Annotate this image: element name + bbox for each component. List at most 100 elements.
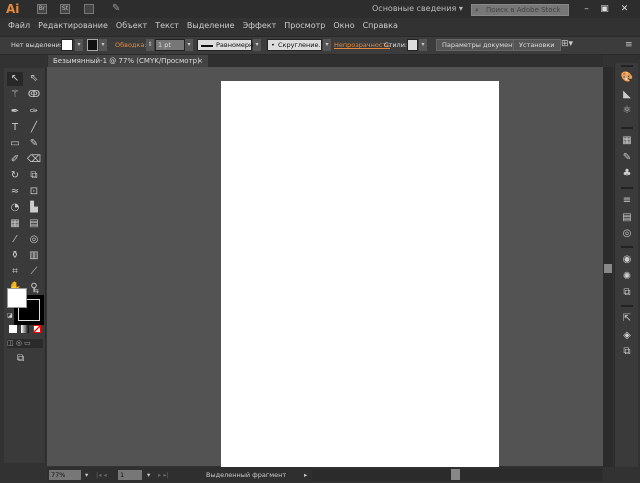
stock-icon[interactable]: St — [60, 4, 70, 14]
gpu-performance-icon[interactable]: ✎ — [112, 3, 120, 14]
workspace-switcher[interactable]: Основные сведения ▾ — [372, 4, 463, 13]
none-mode-icon[interactable] — [33, 325, 41, 333]
stroke-dropdown[interactable]: ▾ — [99, 39, 107, 51]
panel-grip[interactable] — [621, 305, 633, 307]
panel-grip[interactable] — [621, 127, 633, 129]
artboard-dropdown[interactable]: ▾ — [147, 470, 150, 480]
horizontal-scroll-thumb[interactable] — [451, 469, 460, 480]
style-dropdown[interactable]: ▾ — [419, 39, 427, 51]
fill-dropdown[interactable]: ▾ — [75, 39, 83, 51]
artboard-number-input[interactable]: 1 — [118, 470, 142, 480]
menu-select[interactable]: Выделение — [183, 18, 239, 35]
panel-grip[interactable] — [621, 65, 633, 67]
graphic-styles-icon[interactable]: ✺ — [620, 270, 634, 284]
document-tab[interactable]: Безымянный-1 @ 77% (CMYK/Просмотр) × — [48, 55, 208, 67]
brush-definition[interactable]: • Скругление... — [267, 39, 325, 51]
artboard-tool-icon[interactable]: ⌗ — [7, 265, 23, 279]
paintbrush-tool-icon[interactable]: ✎ — [26, 137, 42, 151]
magic-wand-tool-icon[interactable]: ⚚ — [7, 88, 23, 102]
opacity-link[interactable]: Непрозрачность — [334, 40, 390, 50]
default-colors-icon[interactable]: ◪ — [7, 312, 13, 319]
menu-window[interactable]: Окно — [329, 18, 358, 35]
color-guide-icon[interactable]: ◣ — [620, 88, 634, 102]
curvature-tool-icon[interactable]: ✑ — [26, 105, 42, 119]
vertical-scroll-thumb[interactable] — [604, 264, 612, 273]
profile-dropdown[interactable]: ▾ — [253, 39, 261, 51]
scale-tool-icon[interactable]: ⧉ — [26, 169, 42, 183]
gradient-panel-icon[interactable]: ▤ — [620, 211, 634, 225]
swatches-icon[interactable]: ▦ — [620, 134, 634, 148]
stroke-weight-dropdown[interactable]: ▾ — [185, 39, 193, 51]
column-graph-tool-icon[interactable]: ▥ — [26, 249, 42, 263]
brush-dropdown[interactable]: ▾ — [323, 39, 331, 51]
transform-icon[interactable]: ⧉ — [620, 286, 634, 300]
maximize-button[interactable]: ▣ — [596, 3, 613, 15]
stroke-panel-icon[interactable]: ≡ — [620, 194, 634, 208]
eyedropper-tool-icon[interactable]: ⁄ — [7, 233, 23, 247]
arrange-documents-icon[interactable] — [84, 4, 94, 14]
stroke-stepper[interactable]: ⇕ — [146, 39, 154, 51]
gradient-mode-icon[interactable] — [21, 325, 29, 333]
transparency-icon[interactable]: ◎ — [620, 227, 634, 241]
line-tool-icon[interactable]: ╱ — [26, 121, 42, 135]
color-mode-icon[interactable] — [9, 325, 17, 333]
first-prev-artboard-buttons[interactable]: |◂ ◂ — [96, 470, 107, 480]
close-tab-icon[interactable]: × — [197, 55, 203, 67]
selection-tool-icon[interactable]: ↖ — [7, 72, 23, 86]
menu-view[interactable]: Просмотр — [280, 18, 329, 35]
minimize-button[interactable]: – — [578, 3, 595, 15]
appearance-icon[interactable]: ◉ — [620, 253, 634, 267]
zoom-input[interactable]: 77% — [49, 470, 81, 480]
libraries-icon[interactable]: ⚛ — [620, 104, 634, 118]
menu-object[interactable]: Объект — [112, 18, 151, 35]
perspective-grid-tool-icon[interactable]: ▙ — [26, 201, 42, 215]
menu-help[interactable]: Справка — [359, 18, 402, 35]
export-icon[interactable]: ⇱ — [620, 312, 634, 326]
shape-builder-tool-icon[interactable]: ◔ — [7, 201, 23, 215]
style-swatch[interactable] — [407, 39, 418, 51]
menu-file[interactable]: Файл — [4, 18, 34, 35]
fill-swatch[interactable] — [61, 39, 73, 51]
arrange-icon[interactable]: ⊞▾ — [561, 39, 573, 49]
rectangle-tool-icon[interactable]: ▭ — [7, 137, 23, 151]
symbol-sprayer-tool-icon[interactable]: ⚱ — [7, 249, 23, 263]
stroke-label[interactable]: Обводка: — [115, 40, 147, 50]
bridge-icon[interactable]: Br — [37, 4, 47, 14]
eraser-tool-icon[interactable]: ⌫ — [26, 153, 42, 167]
blend-tool-icon[interactable]: ◎ — [26, 233, 42, 247]
panel-menu-icon[interactable]: ≡ — [625, 40, 633, 50]
warp-tool-icon[interactable]: ≈ — [7, 185, 23, 199]
pen-tool-icon[interactable]: ✒ — [7, 105, 23, 119]
color-panel-icon[interactable]: 🎨 — [620, 71, 634, 85]
variable-width-profile[interactable]: Равномерно — [197, 39, 257, 51]
panel-grip[interactable] — [621, 246, 633, 248]
screen-mode-icon[interactable]: ⧉ — [17, 353, 24, 364]
brushes-icon[interactable]: ✎ — [620, 151, 634, 165]
artboards-icon[interactable]: ⧉ — [620, 345, 634, 359]
shaper-tool-icon[interactable]: ✐ — [7, 153, 23, 167]
status-menu-arrow[interactable]: ▸ — [304, 470, 307, 480]
type-tool-icon[interactable]: T — [7, 121, 23, 135]
menu-effect[interactable]: Эффект — [239, 18, 281, 35]
preferences-button[interactable]: Установки — [513, 39, 561, 51]
free-transform-tool-icon[interactable]: ⊡ — [26, 185, 42, 199]
mesh-tool-icon[interactable]: ▦ — [7, 217, 23, 231]
next-last-artboard-buttons[interactable]: ▸ ▸| — [158, 470, 169, 480]
stock-search-input[interactable]: ⌕ Поиск в Adobe Stock — [471, 4, 569, 16]
layers-icon[interactable]: ◈ — [620, 329, 634, 343]
menu-edit[interactable]: Редактирование — [34, 18, 112, 35]
panel-grip[interactable] — [621, 187, 633, 189]
gradient-tool-icon[interactable]: ▤ — [26, 217, 42, 231]
menu-type[interactable]: Текст — [151, 18, 183, 35]
stroke-swatch[interactable] — [87, 39, 98, 51]
lasso-tool-icon[interactable]: ↂ — [26, 88, 42, 102]
zoom-dropdown[interactable]: ▾ — [85, 470, 88, 480]
swap-colors-icon[interactable]: ⇆ — [33, 287, 39, 295]
artboard[interactable] — [221, 81, 499, 470]
rotate-tool-icon[interactable]: ↻ — [7, 169, 23, 183]
fill-color-box[interactable] — [7, 288, 27, 308]
drawing-modes-icon[interactable]: ◫ ◎ ▭ — [7, 339, 43, 348]
slice-tool-icon[interactable]: ⟋ — [26, 265, 42, 279]
stroke-weight-input[interactable]: 1 pt — [155, 39, 185, 51]
direct-selection-tool-icon[interactable]: ⇖ — [26, 72, 42, 86]
